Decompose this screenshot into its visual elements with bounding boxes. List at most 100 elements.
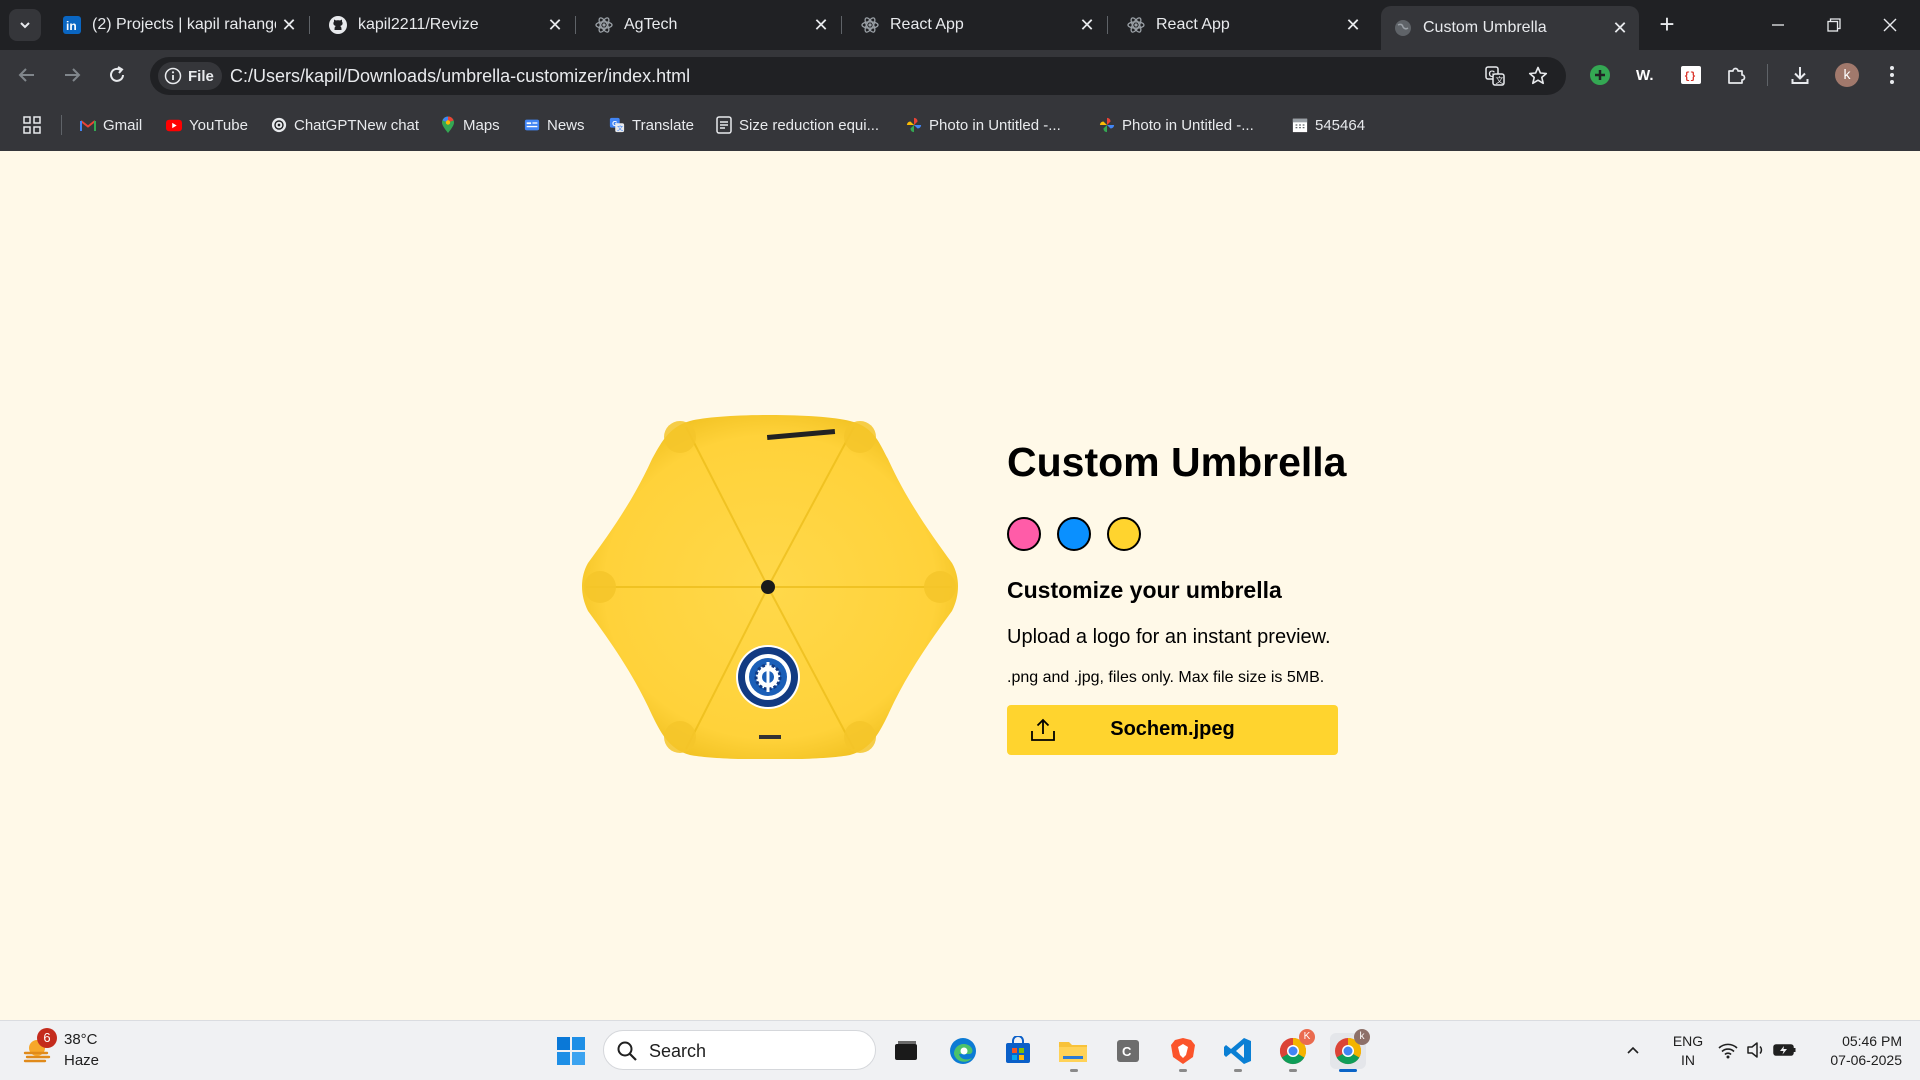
taskbar-brave[interactable] bbox=[1165, 1033, 1201, 1069]
weather-condition: Haze bbox=[64, 1052, 100, 1069]
running-indicator bbox=[1070, 1069, 1078, 1072]
pinwheel-icon bbox=[1099, 117, 1115, 133]
chrome-profile-badge: K bbox=[1299, 1029, 1315, 1045]
close-icon[interactable]: ✕ bbox=[1074, 15, 1100, 36]
react-icon bbox=[1126, 15, 1146, 35]
tab-custom-umbrella[interactable]: Custom Umbrella ✕ bbox=[1381, 6, 1639, 50]
downloads-icon[interactable] bbox=[1787, 62, 1813, 88]
bookmark-gmail[interactable]: Gmail bbox=[80, 114, 142, 136]
more-vertical-icon bbox=[1890, 66, 1894, 84]
bookmark-label: Translate bbox=[632, 116, 694, 134]
forward-button[interactable] bbox=[56, 59, 88, 91]
taskbar-edge[interactable] bbox=[945, 1033, 981, 1069]
tab-react-app-2[interactable]: React App ✕ bbox=[1114, 8, 1372, 42]
upload-logo-button[interactable]: Sochem.jpeg bbox=[1007, 705, 1338, 755]
bookmark-chatgpt[interactable]: ChatGPTNew chat bbox=[271, 114, 419, 136]
tab-title: React App bbox=[890, 16, 964, 33]
reload-icon bbox=[110, 66, 124, 82]
extension-code-icon[interactable]: {} bbox=[1678, 62, 1704, 88]
taskbar-search[interactable]: Search bbox=[603, 1030, 876, 1070]
extension-w-icon[interactable]: W. bbox=[1633, 62, 1659, 88]
tab-separator bbox=[575, 16, 576, 34]
restore-button[interactable] bbox=[1806, 0, 1862, 50]
menu-button[interactable] bbox=[1879, 62, 1905, 88]
taskbar-chrome-2[interactable]: k bbox=[1330, 1029, 1370, 1069]
tab-agtech[interactable]: AgTech ✕ bbox=[582, 8, 842, 42]
taskbar-app-c[interactable]: C bbox=[1110, 1033, 1146, 1069]
active-indicator bbox=[1339, 1069, 1357, 1072]
volume-icon bbox=[1747, 1042, 1763, 1058]
volume-status[interactable] bbox=[1744, 1035, 1768, 1065]
bookmark-label: Gmail bbox=[103, 116, 143, 134]
extension-green-plus-icon[interactable] bbox=[1587, 62, 1613, 88]
apps-button[interactable] bbox=[22, 114, 42, 136]
bookmark-translate[interactable]: G文 Translate bbox=[609, 114, 694, 136]
close-icon[interactable]: ✕ bbox=[808, 15, 834, 36]
bookmarks-divider bbox=[61, 115, 62, 135]
bookmark-star-icon[interactable] bbox=[1527, 65, 1549, 87]
close-icon[interactable]: ✕ bbox=[276, 15, 302, 36]
close-icon[interactable]: ✕ bbox=[1340, 15, 1366, 36]
umbrella-strap-clip bbox=[759, 735, 781, 739]
tab-github[interactable]: kapil2211/Revize ✕ bbox=[316, 8, 576, 42]
taskbar-chrome-1[interactable]: K bbox=[1275, 1029, 1315, 1069]
bookmark-news[interactable]: News bbox=[524, 114, 585, 136]
tab-react-app-1[interactable]: React App ✕ bbox=[848, 8, 1108, 42]
taskbar-store[interactable] bbox=[1000, 1033, 1036, 1069]
bookmark-maps[interactable]: Maps bbox=[440, 114, 500, 136]
bookmark-size-reduction[interactable]: Size reduction equi... bbox=[716, 114, 879, 136]
address-bar[interactable]: File C:/Users/kapil/Downloads/umbrella-c… bbox=[150, 57, 1566, 95]
taskbar-file-explorer[interactable] bbox=[1055, 1033, 1091, 1069]
toolbar-divider bbox=[1767, 64, 1768, 86]
avatar: k bbox=[1835, 63, 1859, 87]
show-hidden-icons-button[interactable] bbox=[1620, 1035, 1646, 1065]
svg-text:文: 文 bbox=[1496, 75, 1504, 85]
tab-linkedin[interactable]: in (2) Projects | kapil rahangdale | Lin… bbox=[50, 8, 310, 42]
tab-separator bbox=[841, 16, 842, 34]
taskbar-task-view[interactable] bbox=[888, 1033, 924, 1069]
system-clock[interactable]: 05:46 PM 07-06-2025 bbox=[1812, 1032, 1902, 1070]
bookmark-label: ChatGPTNew chat bbox=[294, 116, 420, 134]
umbrella-preview bbox=[582, 415, 958, 759]
site-info-label: File bbox=[188, 67, 214, 85]
svg-text:C: C bbox=[1122, 1044, 1132, 1059]
globe-icon bbox=[1393, 18, 1413, 38]
new-tab-button[interactable]: + bbox=[1652, 10, 1682, 40]
color-swatch-pink[interactable] bbox=[1007, 517, 1041, 551]
language-code: ENG bbox=[1672, 1033, 1704, 1049]
bookmark-545464[interactable]: 545464 bbox=[1292, 114, 1365, 136]
color-swatch-blue[interactable] bbox=[1057, 517, 1091, 551]
bookmark-label: Photo in Untitled -... bbox=[1122, 116, 1254, 134]
close-icon[interactable]: ✕ bbox=[1607, 18, 1633, 39]
bookmark-photo-1[interactable]: Photo in Untitled -... bbox=[906, 114, 1061, 136]
reload-button[interactable] bbox=[101, 59, 133, 91]
back-button[interactable] bbox=[11, 59, 43, 91]
bookmark-youtube[interactable]: YouTube bbox=[166, 114, 248, 136]
bookmark-label: 545464 bbox=[1315, 116, 1366, 134]
weather-temp: 38°C bbox=[64, 1031, 98, 1048]
taskbar-vscode[interactable] bbox=[1220, 1033, 1256, 1069]
language-indicator[interactable]: ENG IN bbox=[1668, 1032, 1708, 1070]
linkedin-icon: in bbox=[62, 15, 82, 35]
profile-avatar[interactable]: k bbox=[1834, 62, 1860, 88]
translate-page-icon[interactable]: G文 bbox=[1484, 65, 1506, 87]
language-region: IN bbox=[1681, 1052, 1695, 1068]
wifi-status[interactable] bbox=[1716, 1035, 1740, 1065]
extensions-puzzle-icon[interactable] bbox=[1723, 62, 1749, 88]
translate-icon: G文 bbox=[609, 117, 625, 133]
close-window-button[interactable] bbox=[1862, 0, 1918, 50]
tab-search-button[interactable] bbox=[9, 9, 41, 41]
bookmarks-bar: Gmail YouTube ChatGPTNew chat Maps News … bbox=[0, 100, 1920, 152]
file-rules: .png and .jpg, files only. Max file size… bbox=[1007, 669, 1325, 686]
arrow-right-icon bbox=[65, 68, 81, 82]
url-text[interactable]: C:/Users/kapil/Downloads/umbrella-custom… bbox=[230, 66, 690, 87]
color-swatch-yellow[interactable] bbox=[1107, 517, 1141, 551]
react-icon bbox=[860, 15, 880, 35]
minimize-button[interactable] bbox=[1750, 0, 1806, 50]
bookmark-photo-2[interactable]: Photo in Untitled -... bbox=[1099, 114, 1254, 136]
site-info-chip[interactable]: File bbox=[158, 62, 222, 90]
start-button[interactable] bbox=[553, 1033, 589, 1069]
battery-status[interactable] bbox=[1772, 1035, 1798, 1065]
close-icon[interactable]: ✕ bbox=[542, 15, 568, 36]
running-indicator bbox=[1289, 1069, 1297, 1072]
